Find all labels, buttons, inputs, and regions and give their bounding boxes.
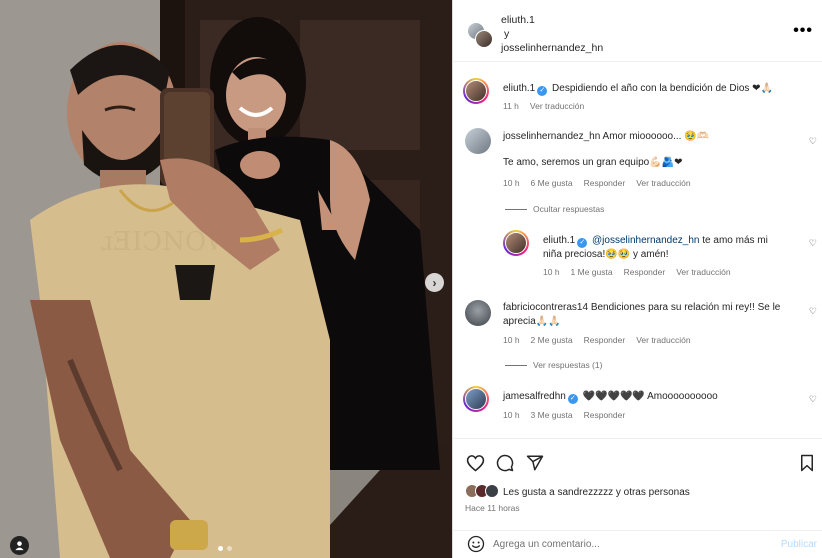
caption-text: Despidiendo el año con la bendición de D…: [552, 83, 773, 94]
toggle-label: Ver respuestas (1): [533, 360, 603, 370]
likes-count-link[interactable]: 2 Me gusta: [531, 335, 573, 345]
avatar[interactable]: [463, 78, 489, 104]
carousel-indicator: [218, 546, 232, 551]
comment-meta: 10 h 1 Me gusta Responder Ver traducción: [543, 267, 731, 277]
carousel-next-button[interactable]: ›: [425, 273, 444, 292]
comment-text: Bendiciones para su relación mi rey!! Se…: [590, 302, 781, 313]
avatar[interactable]: [465, 128, 491, 154]
comment-text: niña preciosa!🥹🥹 y amén!: [543, 249, 669, 260]
comment-time: 10 h: [503, 178, 520, 188]
share-button[interactable]: [525, 453, 545, 473]
comment-text: 🖤🖤🖤🖤🖤 Amoooooooooo: [582, 391, 718, 402]
comment-meta: 10 h 6 Me gusta Responder Ver traducción: [503, 178, 691, 188]
verified-badge-icon: ✓: [567, 394, 578, 404]
emoji-button[interactable]: [467, 535, 485, 553]
comment-like-button[interactable]: ♡: [809, 394, 817, 405]
translate-link[interactable]: Ver traducción: [636, 178, 690, 188]
coauthor-avatars[interactable]: [467, 22, 493, 48]
photo-illustration: ɹƎIϽNOW: [0, 0, 452, 558]
translate-link[interactable]: Ver traducción: [636, 335, 690, 345]
verified-badge-icon: ✓: [537, 86, 548, 96]
comment-like-button[interactable]: ♡: [809, 306, 817, 317]
username-link[interactable]: fabriciocontreras14: [503, 302, 588, 313]
post-details-panel: eliuth.1 y josselinhernandez_hn ••• eliu…: [452, 0, 822, 558]
post-photo: ɹƎIϽNOW ›: [0, 0, 452, 558]
likes-suffix-link[interactable]: y otras personas: [616, 487, 690, 498]
tagged-users-button[interactable]: [10, 536, 29, 555]
more-options-button[interactable]: •••: [793, 22, 813, 40]
caption-time: 11 h: [503, 101, 519, 111]
reply-link[interactable]: Responder: [584, 410, 626, 420]
carousel-dot: [227, 546, 232, 551]
comment-text: Te amo, seremos un gran equipo💪🏻🫂❤: [503, 157, 683, 168]
author-conjunction: y: [504, 28, 510, 40]
post-timestamp: Hace 11 horas: [465, 503, 520, 513]
comments-list[interactable]: eliuth.1 ✓ Despidiendo el año con la bend…: [453, 62, 822, 438]
likes-count-link[interactable]: 3 Me gusta: [531, 410, 573, 420]
likes-count-link[interactable]: 1 Me gusta: [571, 267, 613, 277]
comment-meta: 10 h 3 Me gusta Responder: [503, 410, 625, 420]
comment-meta: 10 h 2 Me gusta Responder Ver traducción: [503, 335, 691, 345]
verified-badge-icon: ✓: [577, 238, 588, 248]
coauthor-names: eliuth.1 y josselinhernandez_hn: [501, 13, 603, 55]
publish-button[interactable]: Publicar: [781, 539, 817, 550]
liker-username-link[interactable]: sandrezzzzz: [558, 487, 614, 498]
avatar[interactable]: [465, 300, 491, 326]
translate-link[interactable]: Ver traducción: [530, 101, 584, 111]
hide-replies-toggle[interactable]: Ocultar respuestas: [505, 204, 604, 214]
comment-button[interactable]: [495, 453, 515, 473]
username-link[interactable]: eliuth.1: [543, 235, 575, 246]
comment-like-button[interactable]: ♡: [809, 136, 817, 147]
smiley-icon: [467, 535, 485, 553]
reply-link[interactable]: Responder: [624, 267, 666, 277]
likes-count-link[interactable]: 6 Me gusta: [531, 178, 573, 188]
add-comment-bar: Publicar: [453, 530, 822, 558]
paper-plane-icon: [526, 455, 544, 471]
comment-text: aprecia🙏🏻🙏🏻: [503, 316, 561, 327]
comment-text: te amo más mi: [699, 235, 768, 246]
mention-link[interactable]: @josselinhernandez_hn: [592, 235, 699, 246]
caption-meta: 11 h Ver traducción: [503, 101, 584, 111]
username-link[interactable]: josselinhernandez_hn: [503, 131, 600, 142]
likes-summary: Les gusta a sandrezzzzz y otras personas: [465, 484, 690, 500]
avatar[interactable]: [463, 386, 489, 412]
avatar: [485, 484, 499, 498]
username-link[interactable]: jamesalfredhn: [503, 391, 566, 402]
action-bar: [453, 438, 822, 486]
heart-outline-icon: ♡: [808, 136, 817, 146]
heart-outline-icon: ♡: [808, 306, 817, 316]
divider: [505, 208, 527, 210]
reply-link[interactable]: Responder: [584, 178, 626, 188]
toggle-label: Ocultar respuestas: [533, 204, 605, 214]
avatar[interactable]: [503, 230, 529, 256]
chevron-right-icon: ›: [432, 275, 437, 290]
avatar: [475, 30, 493, 48]
bookmark-icon: [801, 454, 813, 472]
heart-outline-icon: ♡: [808, 394, 817, 404]
author-link[interactable]: josselinhernandez_hn: [501, 41, 603, 55]
heart-outline-icon: ♡: [808, 238, 817, 248]
comment-bubble-icon: [496, 454, 514, 472]
translate-link[interactable]: Ver traducción: [676, 267, 730, 277]
username-link[interactable]: eliuth.1: [503, 83, 535, 94]
comment-text: Amor mioooooo... 🥹🫶🏻: [602, 131, 710, 142]
more-horizontal-icon: •••: [793, 22, 813, 39]
post-header: eliuth.1 y josselinhernandez_hn •••: [453, 0, 822, 62]
liker-avatars: [465, 484, 503, 500]
likes-prefix: Les gusta a: [503, 486, 555, 498]
comment-time: 10 h: [543, 267, 560, 277]
save-button[interactable]: [797, 453, 817, 473]
user-tag-icon: [15, 541, 24, 551]
reply-link[interactable]: Responder: [584, 335, 626, 345]
comment-time: 10 h: [503, 335, 520, 345]
view-replies-toggle[interactable]: Ver respuestas (1): [505, 360, 602, 370]
heart-outline-icon: [466, 455, 484, 472]
divider: [505, 364, 527, 366]
carousel-dot-active: [218, 546, 223, 551]
comment-like-button[interactable]: ♡: [809, 238, 817, 249]
author-link[interactable]: eliuth.1: [501, 13, 603, 27]
comment-time: 10 h: [503, 410, 520, 420]
like-button[interactable]: [465, 453, 485, 473]
comment-input[interactable]: [493, 536, 763, 553]
